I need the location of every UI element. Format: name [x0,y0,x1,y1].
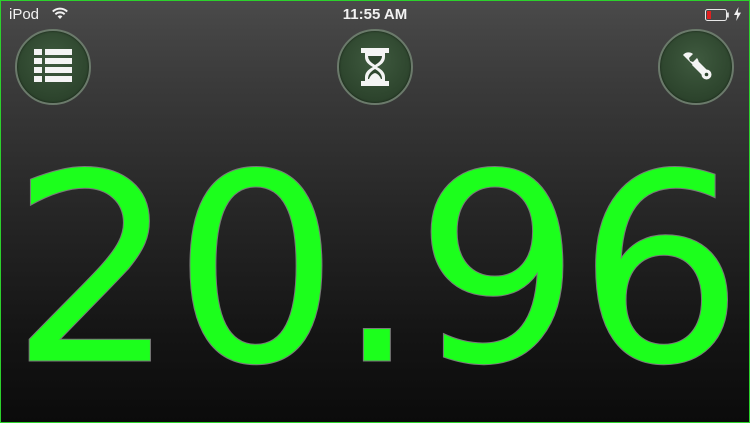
settings-button[interactable] [658,29,734,105]
list-icon [31,45,75,89]
list-button[interactable] [15,29,91,105]
app-screen: iPod 11:55 AM 20.96 [0,0,750,423]
charging-bolt-icon [733,7,742,21]
status-time: 11:55 AM [342,6,408,23]
hourglass-icon [355,45,395,89]
wrench-icon [674,45,718,89]
measurement-readout: 20.96 [9,118,744,423]
battery-low-icon [705,8,729,21]
timer-button[interactable] [337,29,413,105]
status-bar: iPod 11:55 AM [1,1,749,29]
